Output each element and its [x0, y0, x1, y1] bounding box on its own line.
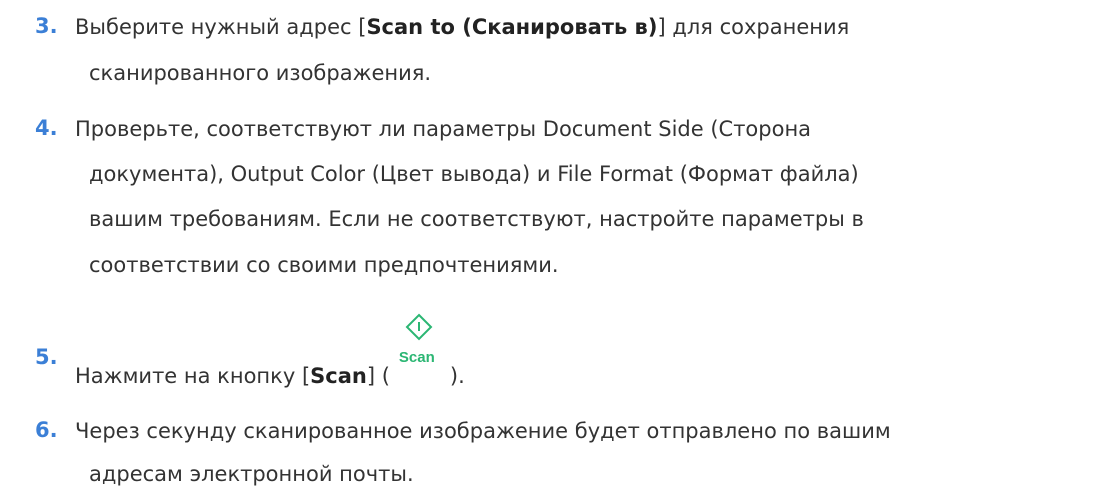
step-text: Выберите нужный адрес [	[75, 15, 367, 39]
step-number: 4.	[35, 116, 58, 140]
step-4-line-1: Проверьте, соответствуют ли параметры Do…	[75, 117, 812, 141]
step-6-line-1: Через секунду сканированное изображение …	[75, 419, 891, 443]
step-text: ] для сохранения	[657, 15, 850, 39]
step-number: 3.	[35, 14, 58, 38]
step-6-line-2: адресам электронной почты.	[89, 462, 414, 486]
step-number: 5.	[35, 345, 58, 369]
step-3-line-1: Выберите нужный адрес [Scan to (Сканиров…	[75, 12, 849, 42]
scan-icon-label: Scan	[398, 349, 435, 366]
step-text: Нажмите на кнопку [	[75, 364, 311, 388]
step-3-line-2: сканированного изображения.	[89, 61, 432, 85]
scan-diamond-icon: Scan	[392, 313, 448, 387]
scan-to-label: Scan to (Сканировать в)	[366, 15, 658, 39]
step-text: ).	[449, 364, 465, 388]
scan-bold-label: Scan	[310, 364, 367, 388]
step-4-line-2: документа), Output Color (Цвет вывода) и…	[89, 162, 859, 186]
step-number: 6.	[35, 418, 58, 442]
step-text: ] (	[366, 364, 390, 388]
scan-diamond-graphic	[405, 313, 433, 341]
step-4-line-3: вашим требованиям. Если не соответствуют…	[89, 207, 864, 231]
step-5-line-1: Нажмите на кнопку [Scan] (Scan).	[75, 313, 465, 391]
step-4-line-4: соответствии со своими предпочтениями.	[89, 253, 559, 277]
